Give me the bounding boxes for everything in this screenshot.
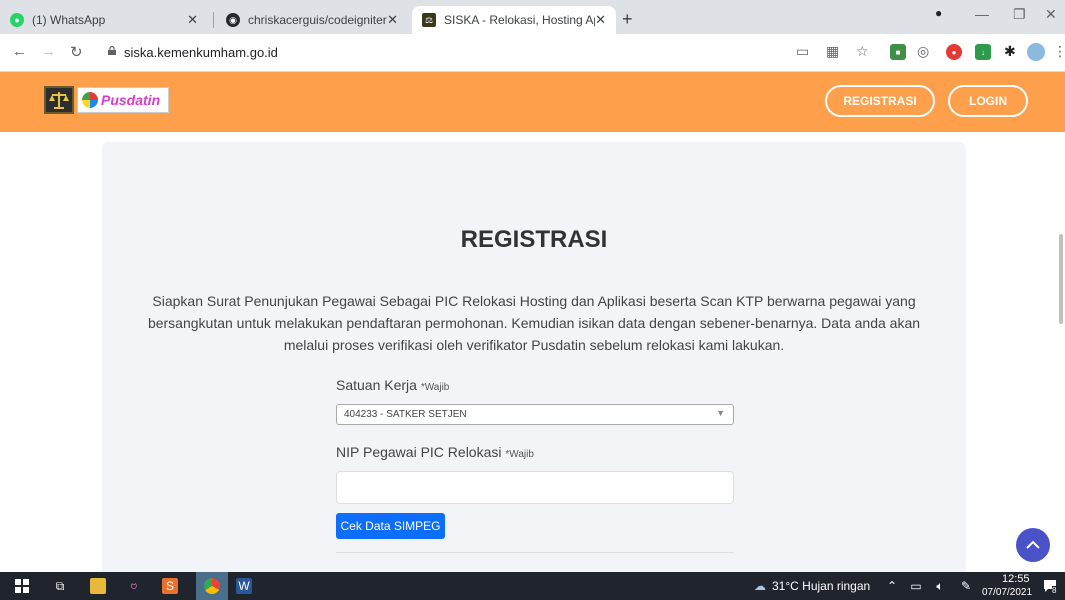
close-icon[interactable]: ✕ bbox=[595, 12, 606, 28]
file-explorer-icon[interactable] bbox=[90, 578, 106, 594]
back-icon[interactable]: ← bbox=[12, 43, 27, 60]
download-extension-icon[interactable]: ↓ bbox=[975, 44, 991, 60]
weather-text[interactable]: 31°C Hujan ringan bbox=[772, 579, 870, 593]
whatsapp-icon: ● bbox=[10, 13, 24, 27]
satker-label-text: Satuan Kerja bbox=[336, 377, 417, 393]
form-description: Siapkan Surat Penunjukan Pegawai Sebagai… bbox=[147, 293, 921, 353]
pusdatin-mark-icon bbox=[82, 92, 98, 108]
scroll-to-top-button[interactable] bbox=[1016, 528, 1050, 562]
tab-whatsapp[interactable]: ● (1) WhatsApp ✕ bbox=[0, 6, 208, 34]
tab-title: (1) WhatsApp bbox=[32, 13, 106, 27]
address-bar[interactable]: siska.kemenkumham.go.id bbox=[124, 45, 278, 60]
tab-title: SISKA - Relokasi, Hosting Aplikasi bbox=[444, 13, 595, 27]
scales-icon bbox=[49, 92, 69, 109]
tab-github[interactable]: ◉ chriskacerguis/codeigniter-restse ✕ bbox=[216, 6, 408, 34]
page-title: REGISTRASI bbox=[460, 226, 608, 253]
extension-icon[interactable]: ■ bbox=[890, 44, 906, 60]
tab-divider bbox=[213, 12, 214, 28]
satker-label: Satuan Kerja *Wajib bbox=[336, 377, 449, 393]
tab-strip: ● (1) WhatsApp ✕ ◉ chriskacerguis/codeig… bbox=[0, 0, 1065, 34]
nip-input[interactable] bbox=[336, 471, 734, 504]
menu-icon[interactable]: ⋮ bbox=[1053, 43, 1065, 60]
divider bbox=[336, 552, 734, 553]
required-mark: *Wajib bbox=[420, 382, 450, 393]
avatar[interactable] bbox=[1027, 43, 1045, 61]
lock-icon bbox=[108, 46, 116, 55]
kemenkumham-logo[interactable] bbox=[44, 86, 74, 114]
tab-title: chriskacerguis/codeigniter-restse bbox=[248, 13, 387, 27]
close-icon[interactable]: ✕ bbox=[387, 12, 398, 28]
pen-icon[interactable]: ✎ bbox=[958, 578, 974, 594]
battery-icon[interactable]: ▭ bbox=[908, 578, 924, 594]
restore-icon[interactable]: ❐ bbox=[1013, 6, 1026, 23]
profile-dot-icon[interactable]: ● bbox=[935, 6, 942, 20]
task-view-icon[interactable]: ⧉ bbox=[52, 578, 68, 594]
nip-label: NIP Pegawai PIC Relokasi *Wajib bbox=[336, 444, 534, 460]
registration-card: REGISTRASI Siapkan Surat Penunjukan Pega… bbox=[102, 142, 966, 572]
cast-icon[interactable]: ▭ bbox=[796, 43, 809, 60]
close-icon[interactable]: ✕ bbox=[187, 12, 198, 28]
camera-icon[interactable]: ◎ bbox=[917, 43, 929, 60]
page-content: Pusdatin REGISTRASI LOGIN REGISTRASI Sia… bbox=[0, 72, 1065, 572]
close-window-icon[interactable]: ✕ bbox=[1045, 6, 1057, 23]
satker-select[interactable]: 404233 - SATKER SETJEN ▼ bbox=[336, 404, 734, 425]
chevron-up-icon[interactable]: ⌃ bbox=[884, 578, 900, 594]
satker-selected-value: 404233 - SATKER SETJEN bbox=[344, 409, 467, 420]
tab-siska[interactable]: ⚖ SISKA - Relokasi, Hosting Aplikasi ✕ bbox=[412, 6, 616, 34]
adblock-icon[interactable]: ● bbox=[946, 44, 962, 60]
weather-icon: ☁ bbox=[754, 579, 766, 593]
siska-icon: ⚖ bbox=[422, 13, 436, 27]
register-button[interactable]: REGISTRASI bbox=[825, 85, 935, 117]
bookmark-star-icon[interactable]: ☆ bbox=[856, 43, 869, 60]
page-scrollbar[interactable] bbox=[1059, 234, 1063, 324]
sublime-icon[interactable]: S bbox=[162, 578, 178, 594]
notification-count-badge: 8 bbox=[1052, 586, 1057, 595]
puzzle-icon[interactable]: ✱ bbox=[1004, 43, 1016, 60]
word-icon[interactable]: W bbox=[236, 578, 252, 594]
reload-icon[interactable]: ↻ bbox=[70, 43, 83, 61]
required-mark: *Wajib bbox=[505, 449, 534, 460]
new-tab-icon[interactable]: + bbox=[622, 9, 633, 30]
pusdatin-logo[interactable]: Pusdatin bbox=[77, 87, 169, 113]
forward-icon[interactable]: → bbox=[41, 43, 56, 60]
nip-label-text: NIP Pegawai PIC Relokasi bbox=[336, 444, 502, 460]
address-toolbar: ← → ↻ siska.kemenkumham.go.id ▭ ▦ ☆ ■ ◎ … bbox=[0, 34, 1065, 72]
chrome-icon[interactable] bbox=[196, 572, 228, 600]
site-header: Pusdatin REGISTRASI LOGIN bbox=[0, 72, 1065, 132]
check-simpeg-button[interactable]: Cek Data SIMPEG bbox=[336, 513, 445, 539]
volume-icon[interactable]: 🔈︎ bbox=[932, 578, 948, 594]
logo-text: Pusdatin bbox=[101, 92, 161, 108]
dropdown-arrow-icon: ▼ bbox=[716, 408, 725, 418]
clock-date[interactable]: 07/07/2021 bbox=[982, 587, 1032, 598]
chevron-up-icon bbox=[1026, 540, 1040, 549]
windows-start-icon[interactable] bbox=[14, 578, 30, 594]
clock-time[interactable]: 12:55 bbox=[1002, 573, 1030, 585]
github-icon: ◉ bbox=[226, 13, 240, 27]
qr-icon[interactable]: ▦ bbox=[826, 43, 839, 60]
app-icon[interactable]: ဗ bbox=[126, 578, 142, 594]
minimize-icon[interactable]: — bbox=[975, 6, 989, 22]
windows-taskbar: ⧉ ဗ S W ☁ 31°C Hujan ringan ⌃ ▭ 🔈︎ ✎ 12:… bbox=[0, 572, 1065, 600]
login-button[interactable]: LOGIN bbox=[948, 85, 1028, 117]
